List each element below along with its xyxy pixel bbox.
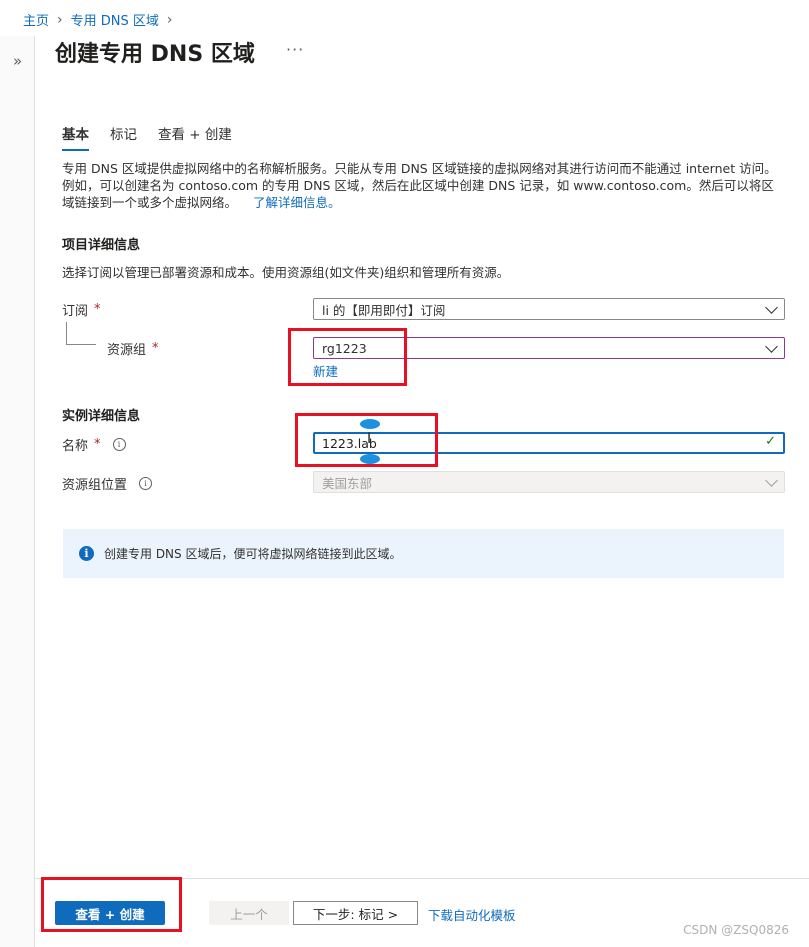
chevron-down-icon [765, 301, 778, 314]
page-title: 创建专用 DNS 区域 [55, 42, 255, 67]
intro-text: 专用 DNS 区域提供虚拟网络中的名称解析服务。只能从专用 DNS 区域链接的虚… [62, 161, 777, 210]
watermark: CSDN @ZSQ0826 [683, 923, 789, 937]
name-label: 名称 * i [62, 435, 126, 454]
tab-basics[interactable]: 基本 [62, 123, 89, 151]
info-icon[interactable]: i [112, 438, 126, 451]
highlight-resource-group [288, 328, 407, 386]
location-label-text: 资源组位置 [62, 478, 128, 493]
resource-group-label-text: 资源组 [107, 343, 147, 358]
info-banner-text: 创建专用 DNS 区域后，便可将虚拟网络链接到此区域。 [104, 547, 402, 561]
checkmark-icon: ✓ [765, 434, 776, 449]
more-options-icon[interactable]: ··· [286, 40, 304, 59]
subscription-select[interactable]: li 的【即用即付】订阅 [313, 298, 785, 320]
breadcrumb-home[interactable]: 主页 [23, 10, 49, 29]
instance-details-heading: 实例详细信息 [62, 409, 141, 424]
location-value: 美国东部 [322, 475, 373, 491]
location-label: 资源组位置 i [62, 474, 153, 493]
required-marker: * [94, 302, 101, 317]
learn-more-link[interactable]: 了解详细信息。 [253, 195, 341, 210]
location-select: 美国东部 [313, 471, 785, 493]
left-rail [0, 36, 35, 947]
selection-handle-bottom[interactable] [360, 454, 380, 464]
subscription-label: 订阅 * [62, 300, 101, 319]
required-marker: * [94, 437, 101, 452]
chevron-down-icon [765, 474, 778, 487]
resource-group-label: 资源组 * [107, 339, 159, 358]
tree-connector [66, 322, 67, 344]
project-details-description: 选择订阅以管理已部署资源和成本。使用资源组(如文件夹)组织和管理所有资源。 [62, 265, 510, 280]
info-circle-icon: i [79, 546, 94, 561]
subscription-value: li 的【即用即付】订阅 [322, 302, 446, 318]
expand-menu-icon[interactable]: » [13, 52, 22, 70]
tab-tags[interactable]: 标记 [110, 123, 137, 149]
highlight-review-create [41, 877, 182, 932]
selection-handle-top[interactable] [360, 419, 380, 429]
info-banner: i 创建专用 DNS 区域后，便可将虚拟网络链接到此区域。 [63, 529, 784, 578]
chevron-right-icon: › [57, 11, 63, 28]
info-icon[interactable]: i [139, 477, 153, 490]
subscription-label-text: 订阅 [62, 304, 89, 319]
breadcrumb: 主页 › 专用 DNS 区域 › [23, 10, 173, 30]
tree-connector [66, 344, 96, 345]
tab-review-create[interactable]: 查看 + 创建 [158, 123, 232, 149]
tab-strip: 基本 标记 查看 + 创建 [62, 123, 232, 151]
name-label-text: 名称 [62, 439, 89, 454]
next-tags-button[interactable]: 下一步: 标记 > [293, 901, 418, 925]
text-cursor-icon: I [367, 431, 372, 447]
breadcrumb-private-dns[interactable]: 专用 DNS 区域 [71, 10, 159, 29]
previous-button: 上一个 [209, 901, 289, 925]
required-marker: * [152, 341, 159, 356]
chevron-down-icon [765, 340, 778, 353]
project-details-heading: 项目详细信息 [62, 238, 141, 253]
download-template-link[interactable]: 下载自动化模板 [428, 905, 516, 924]
intro-description: 专用 DNS 区域提供虚拟网络中的名称解析服务。只能从专用 DNS 区域链接的虚… [62, 160, 782, 211]
chevron-right-icon: › [166, 11, 173, 28]
